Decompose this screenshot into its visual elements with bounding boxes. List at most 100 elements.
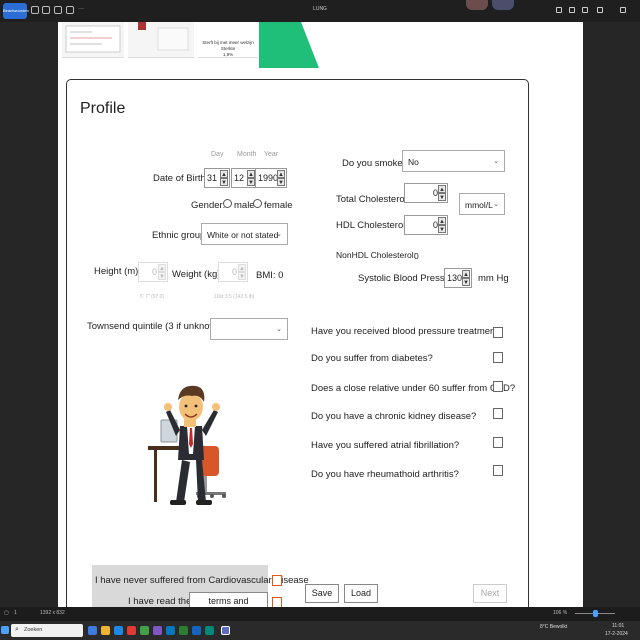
teams-icon[interactable] <box>153 626 162 635</box>
smoke-select[interactable]: No ⌄ <box>402 150 505 172</box>
ethnic-group-select[interactable]: White or not stated ⌄ <box>201 223 288 245</box>
month-stepper[interactable]: 12 ▲ ▼ <box>231 168 257 188</box>
arrow-up-icon[interactable]: ▲ <box>158 264 166 272</box>
height-value: 0 <box>152 267 158 277</box>
excel-icon[interactable] <box>179 626 188 635</box>
afib-checkbox[interactable] <box>493 437 503 448</box>
arrow-down-icon[interactable]: ▼ <box>438 225 446 233</box>
office-icon[interactable] <box>127 626 136 635</box>
arrow-down-icon[interactable]: ▼ <box>462 278 470 286</box>
sbp-stepper[interactable]: 130 ▲ ▼ <box>444 268 472 288</box>
arrow-up-icon[interactable]: ▲ <box>462 270 470 278</box>
outlook-icon[interactable] <box>166 626 175 635</box>
family-cvd-checkbox[interactable] <box>493 381 503 392</box>
word-icon[interactable] <box>192 626 201 635</box>
search-icon: ⌕ <box>15 626 19 633</box>
year-label: Year <box>264 151 279 158</box>
taskbar: ⌕ Zoeken 8°C Bewolkt 11:01 17-2-2024 <box>0 621 640 640</box>
cholesterol-unit-select[interactable]: mmol/L ⌄ <box>459 193 505 215</box>
height-stepper[interactable]: 0 ▲ ▼ <box>138 262 168 282</box>
thumbnail-green-shape <box>259 22 319 68</box>
save-button[interactable]: Save <box>305 584 339 603</box>
arrow-down-icon[interactable]: ▼ <box>247 178 255 186</box>
settings-icon[interactable] <box>569 7 575 13</box>
windows-icon[interactable] <box>1 626 9 634</box>
doctor-illustration <box>148 385 226 505</box>
gender-female-label: female <box>264 200 293 211</box>
gender-female-radio[interactable] <box>253 199 262 208</box>
smoke-label: Do you smoke? <box>342 158 409 169</box>
cvd-consent-checkbox[interactable] <box>272 575 282 586</box>
year-stepper[interactable]: 1990 ▲ ▼ <box>255 168 287 188</box>
diabetes-checkbox[interactable] <box>493 352 503 363</box>
chrome-icon[interactable] <box>140 626 149 635</box>
task-view-icon[interactable] <box>88 626 97 635</box>
zoom-slider-thumb[interactable] <box>593 610 598 617</box>
ethnic-group-label: Ethnic group <box>152 230 206 241</box>
maximize-icon[interactable] <box>597 7 603 13</box>
gender-male-label: male <box>234 200 255 211</box>
chevron-down-icon: ⌄ <box>276 231 282 238</box>
clock-date: 17-2-2024 <box>605 631 628 637</box>
active-app-icon[interactable] <box>221 626 230 635</box>
hdl-cholesterol-stepper[interactable]: 0 ▲ ▼ <box>404 215 448 235</box>
pen-icon[interactable] <box>556 7 562 13</box>
ethnic-group-value: White or not stated <box>207 230 279 240</box>
arrow-up-icon[interactable]: ▲ <box>438 185 446 193</box>
file-explorer-icon[interactable] <box>101 626 110 635</box>
arrow-down-icon[interactable]: ▼ <box>238 272 246 280</box>
more-icon[interactable]: ··· <box>78 6 84 12</box>
arrow-down-icon[interactable]: ▼ <box>158 272 166 280</box>
arrow-down-icon[interactable]: ▼ <box>277 178 285 186</box>
sbp-unit: mm Hg <box>478 273 509 284</box>
app-icon[interactable] <box>205 626 214 635</box>
arrow-up-icon[interactable]: ▲ <box>220 170 228 178</box>
terms-button[interactable]: terms and conditions <box>189 592 268 607</box>
weight-stepper[interactable]: 0 ▲ ▼ <box>218 262 248 282</box>
search-input[interactable]: ⌕ Zoeken <box>11 624 83 637</box>
day-label: Day <box>211 151 224 158</box>
sbp-value: 130 <box>447 273 463 283</box>
kidney-checkbox[interactable] <box>493 408 503 419</box>
arrow-up-icon[interactable]: ▲ <box>238 264 246 272</box>
question-family-cvd: Does a close relative under 60 suffer fr… <box>311 383 516 394</box>
chevron-down-icon: ⌄ <box>493 201 499 208</box>
day-stepper[interactable]: 31 ▲ ▼ <box>204 168 230 188</box>
title-bar: Beantwoorden ··· LUNG <box>0 0 640 22</box>
avatar <box>466 0 488 10</box>
chevron-down-icon: ⌄ <box>276 326 282 333</box>
arrow-up-icon[interactable]: ▲ <box>247 170 255 178</box>
thumbnail[interactable] <box>62 22 124 58</box>
reply-button[interactable]: Beantwoorden <box>3 3 29 19</box>
arrow-down-icon[interactable]: ▼ <box>220 178 228 186</box>
question-bp-treatment: Have you received blood pressure treatme… <box>311 326 504 337</box>
edge-icon[interactable] <box>114 626 123 635</box>
search-placeholder: Zoeken <box>24 627 43 633</box>
arrow-up-icon[interactable]: ▲ <box>438 217 446 225</box>
clock-time: 11:01 <box>612 623 625 629</box>
thumbnail-strip: Sterft bij met meer welzijn Sterkte 1,9% <box>58 22 583 70</box>
arrow-down-icon[interactable]: ▼ <box>438 193 446 201</box>
status-bar: ▢ 1 1392 x 832 106 % <box>0 607 640 621</box>
terms-checkbox[interactable] <box>272 597 282 607</box>
arthritis-checkbox[interactable] <box>493 465 503 476</box>
delete-icon[interactable] <box>42 6 50 14</box>
gender-male-radio[interactable] <box>223 199 232 208</box>
archive-icon[interactable] <box>54 6 62 14</box>
total-cholesterol-stepper[interactable]: 0 ▲ ▼ <box>404 183 448 203</box>
print-icon[interactable] <box>66 6 74 14</box>
thumbnail[interactable] <box>128 22 194 58</box>
next-button[interactable]: Next <box>473 584 507 603</box>
page-icon[interactable]: ▢ <box>4 610 9 616</box>
bp-treatment-checkbox[interactable] <box>493 327 503 338</box>
thumbnail-caption: Sterkte <box>220 46 236 51</box>
question-afib: Have you suffered atrial fibrillation? <box>311 440 460 451</box>
thumbnail-caption: 1,9% <box>222 52 234 57</box>
minimize-icon[interactable] <box>582 7 588 13</box>
arrow-up-icon[interactable]: ▲ <box>277 170 285 178</box>
townsend-select[interactable]: ⌄ <box>210 318 288 340</box>
forward-icon[interactable] <box>31 6 39 14</box>
load-button[interactable]: Load <box>344 584 378 603</box>
close-icon[interactable] <box>620 7 626 13</box>
thumbnail[interactable]: Sterft bij met meer welzijn Sterkte 1,9% <box>198 22 258 58</box>
